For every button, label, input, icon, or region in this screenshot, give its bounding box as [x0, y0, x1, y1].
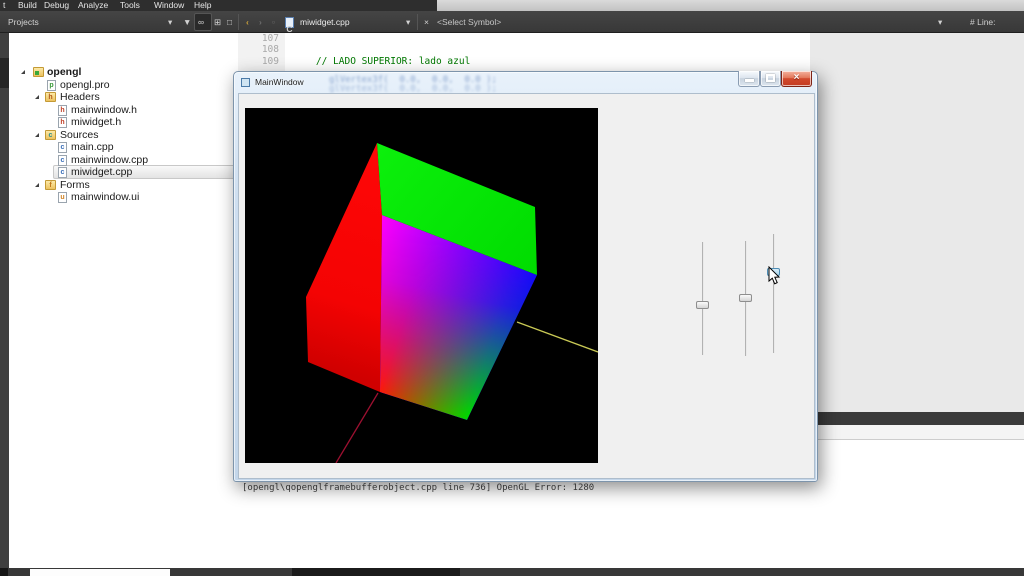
slider-3-track[interactable]	[773, 234, 775, 353]
expand-arrow-icon[interactable]	[21, 70, 25, 74]
tree-item-label: miwidget.h	[71, 116, 121, 129]
tree-item-opengl-pro[interactable]: p opengl.pro	[9, 79, 246, 92]
expand-arrow-icon[interactable]	[35, 183, 39, 187]
code-line-comment: // LADO SUPERIOR: lado azul	[293, 56, 487, 67]
tree-item-label: main.cpp	[71, 141, 114, 154]
menu-item-build[interactable]: Build	[18, 0, 37, 11]
tree-item-label: opengl	[47, 66, 81, 79]
tree-item-label: mainwindow.h	[71, 104, 137, 117]
mode-selector-strip[interactable]	[0, 33, 9, 568]
taskbar-fragment	[292, 568, 460, 576]
header-file-icon: h	[58, 117, 67, 128]
menu-item-debug[interactable]: Debug	[44, 0, 69, 11]
chevron-down-icon[interactable]: ▾	[168, 11, 172, 33]
mouse-cursor-icon	[768, 266, 781, 291]
tree-item-label: Sources	[60, 129, 99, 142]
editor-empty-region	[810, 33, 1024, 412]
slider-2-handle[interactable]	[739, 294, 752, 302]
menu-item-analyze[interactable]: Analyze	[78, 0, 108, 11]
tree-item-mainwindow-cpp[interactable]: c mainwindow.cpp	[9, 154, 246, 167]
pro-file-icon: p	[47, 80, 56, 91]
ui-file-icon: u	[58, 192, 67, 203]
close-pane-icon[interactable]: □	[227, 11, 232, 33]
dialog-title: MainWindow	[255, 72, 304, 93]
sources-folder-icon: c	[45, 130, 56, 140]
forms-folder-icon: f	[45, 180, 56, 190]
expand-arrow-icon[interactable]	[35, 95, 39, 99]
navigation-toolbar: Projects ▾ ▼ ∞ ⊞ □ ‹ › ▫ C miwidget.cpp …	[0, 11, 1024, 33]
menu-bar: t Build Debug Analyze Tools Window Help	[0, 0, 437, 11]
tree-item-label: miwidget.cpp	[71, 166, 132, 179]
tree-item-main-cpp[interactable]: c main.cpp	[9, 141, 246, 154]
desktop-strip	[437, 0, 1024, 11]
tree-item-label: mainwindow.cpp	[71, 154, 148, 167]
menu-item-window[interactable]: Window	[154, 0, 184, 11]
tree-item-miwidget-cpp-selected[interactable]: c miwidget.cpp	[9, 166, 246, 179]
qt-badge-icon	[35, 71, 39, 75]
taskbar-fragment	[0, 568, 8, 576]
tree-item-project-opengl[interactable]: opengl	[9, 66, 246, 79]
tree-item-mainwindow-h[interactable]: h mainwindow.h	[9, 104, 246, 117]
expand-arrow-icon[interactable]	[35, 133, 39, 137]
minimize-button[interactable]	[738, 71, 760, 87]
tree-item-label: mainwindow.ui	[71, 191, 139, 204]
mode-selected-block[interactable]	[0, 58, 9, 88]
close-button[interactable]: ×	[781, 71, 812, 87]
tree-item-forms[interactable]: f Forms	[9, 179, 246, 192]
window-icon	[241, 78, 250, 87]
select-symbol-combobox[interactable]: <Select Symbol>	[437, 11, 501, 33]
slider-1-handle[interactable]	[696, 301, 709, 309]
chevron-down-icon[interactable]: ▾	[406, 11, 410, 33]
back-icon[interactable]: ‹	[246, 11, 249, 33]
link-icon[interactable]: ∞	[198, 11, 204, 33]
menu-item-fragment[interactable]: t	[3, 0, 5, 11]
line-numbers: 107 108 109	[238, 33, 279, 67]
taskbar-fragment	[30, 569, 170, 576]
tree-item-label: Headers	[60, 91, 100, 104]
menu-item-help[interactable]: Help	[194, 0, 211, 11]
project-folder-icon	[33, 67, 44, 77]
chevron-down-icon[interactable]: ▾	[938, 11, 942, 33]
split-icon[interactable]: ⊞	[214, 11, 221, 33]
slider-1-track[interactable]	[702, 242, 704, 355]
projects-panel[interactable]: opengl p opengl.pro h Headers h mainwind…	[9, 33, 237, 568]
filter-icon[interactable]: ▼	[183, 11, 191, 33]
open-document-tab[interactable]: miwidget.cpp	[300, 11, 350, 33]
rgb-cube-rendering	[245, 108, 598, 463]
headers-folder-icon: h	[45, 92, 56, 102]
console-output-line: [opengl\qopenglframebufferobject.cpp lin…	[242, 483, 594, 493]
menu-item-tools[interactable]: Tools	[120, 0, 140, 11]
header-file-icon: h	[58, 105, 67, 116]
glass-blur-text: glVertex3f( 0.0, 0.0, 0.0 );	[329, 84, 497, 93]
tree-item-miwidget-h[interactable]: h miwidget.h	[9, 116, 246, 129]
tree-item-label: opengl.pro	[60, 79, 110, 92]
projects-combobox[interactable]: Projects	[8, 11, 39, 33]
tree-item-headers[interactable]: h Headers	[9, 91, 246, 104]
pin-icon[interactable]: ▫	[272, 11, 275, 33]
tree-item-label: Forms	[60, 179, 90, 192]
cpp-file-icon: C	[285, 17, 294, 28]
dialog-titlebar[interactable]: glVertex3f( 0.0, 0.0, 0.0 ); glVertex3f(…	[234, 72, 817, 93]
toolbar-separator	[238, 14, 239, 30]
tree-item-sources[interactable]: c Sources	[9, 129, 246, 142]
maximize-button[interactable]	[760, 71, 781, 87]
source-file-icon: c	[58, 167, 67, 178]
source-file-icon: c	[58, 155, 67, 166]
toolbar-separator	[417, 14, 418, 30]
forward-icon[interactable]: ›	[259, 11, 262, 33]
source-file-icon: c	[58, 142, 67, 153]
close-document-icon[interactable]: ×	[424, 11, 429, 33]
line-indicator: # Line:	[970, 11, 996, 33]
screen: { "menu": { "items": ["t", "Build", "Deb…	[0, 0, 1024, 576]
tree-item-mainwindow-ui[interactable]: u mainwindow.ui	[9, 191, 246, 204]
opengl-viewport[interactable]	[245, 108, 598, 463]
